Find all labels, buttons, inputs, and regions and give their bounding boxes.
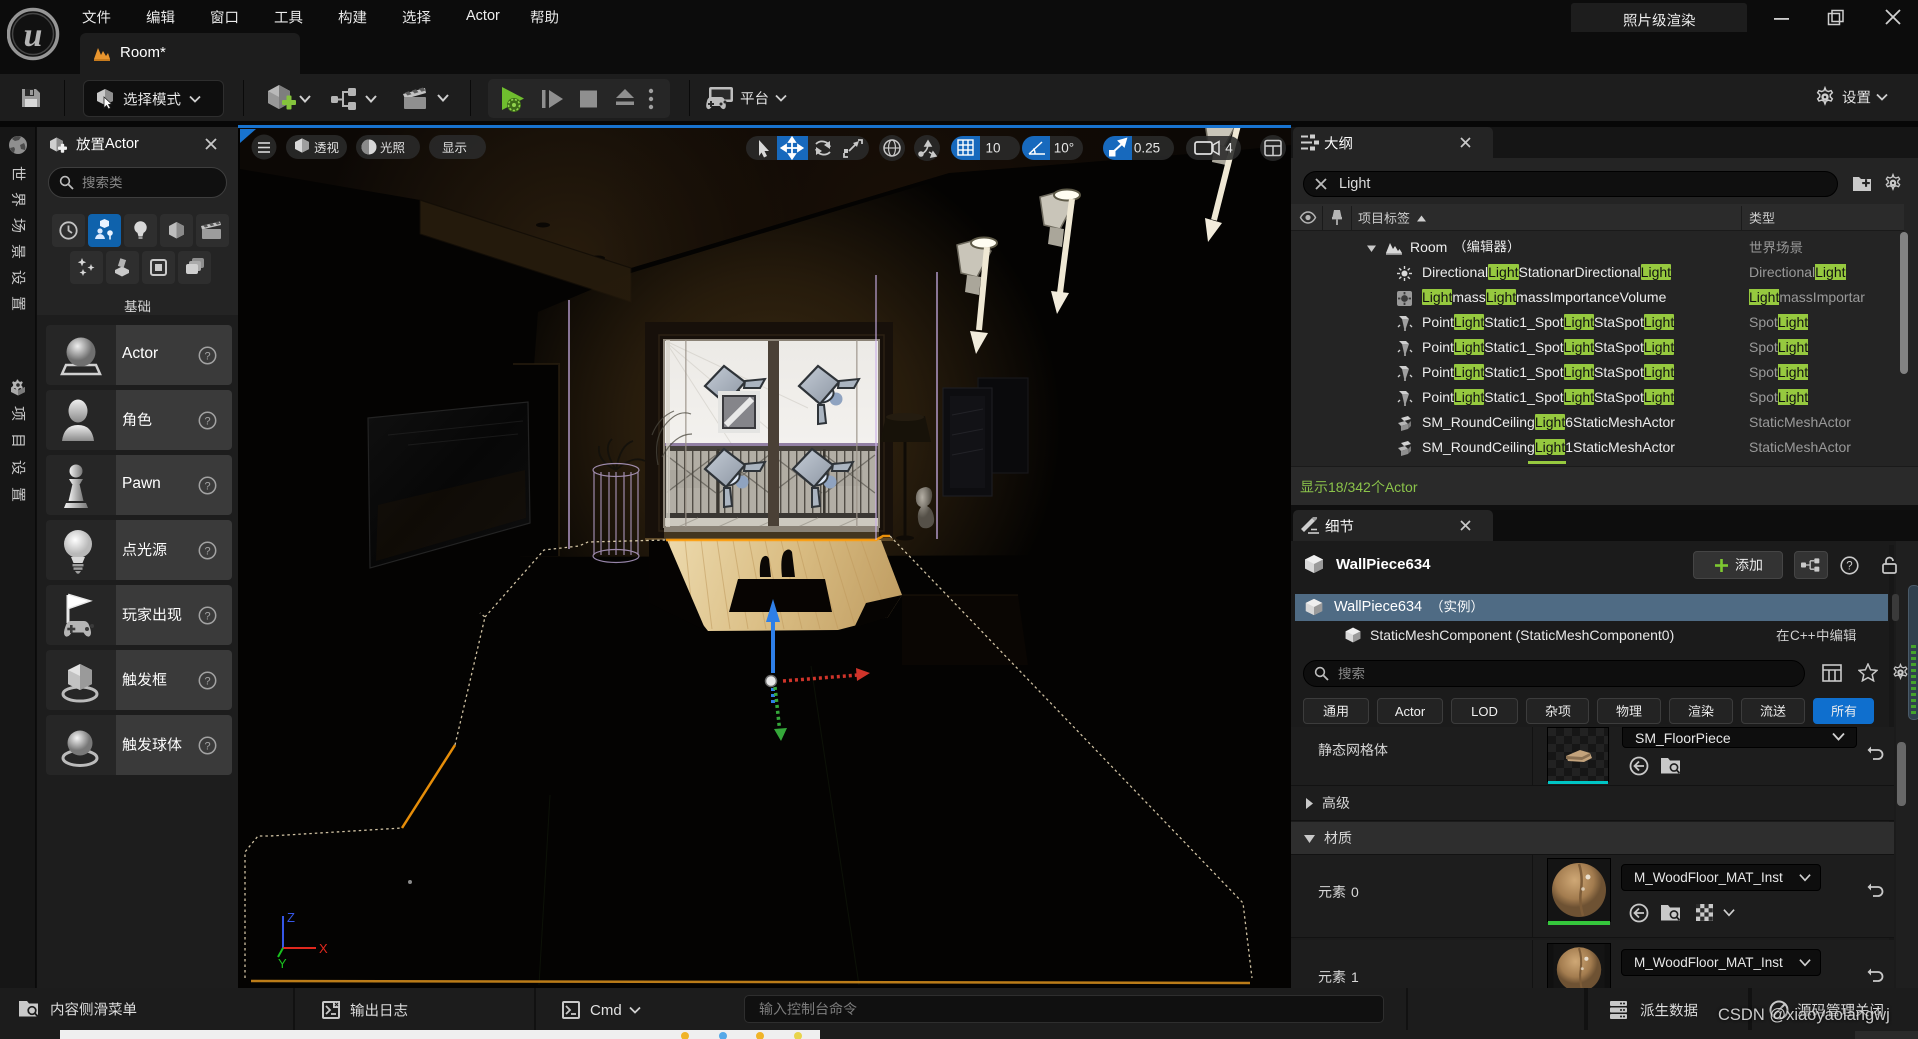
svg-text:10°: 10° — [1054, 141, 1074, 156]
svg-text:?: ? — [204, 610, 210, 622]
svg-text:u: u — [24, 17, 43, 54]
svg-text:4: 4 — [1225, 141, 1233, 156]
svg-text:?: ? — [204, 545, 210, 557]
svg-text:Z: Z — [287, 910, 295, 925]
svg-text:?: ? — [204, 350, 210, 362]
svg-text:?: ? — [204, 675, 210, 687]
svg-text:0.25: 0.25 — [1134, 141, 1160, 156]
svg-text:Y: Y — [278, 956, 287, 971]
svg-text:?: ? — [1846, 561, 1852, 573]
svg-text:10: 10 — [985, 141, 1000, 156]
svg-text:?: ? — [204, 415, 210, 427]
svg-text:?: ? — [204, 480, 210, 492]
svg-text:?: ? — [204, 740, 210, 752]
svg-text:X: X — [319, 941, 328, 956]
